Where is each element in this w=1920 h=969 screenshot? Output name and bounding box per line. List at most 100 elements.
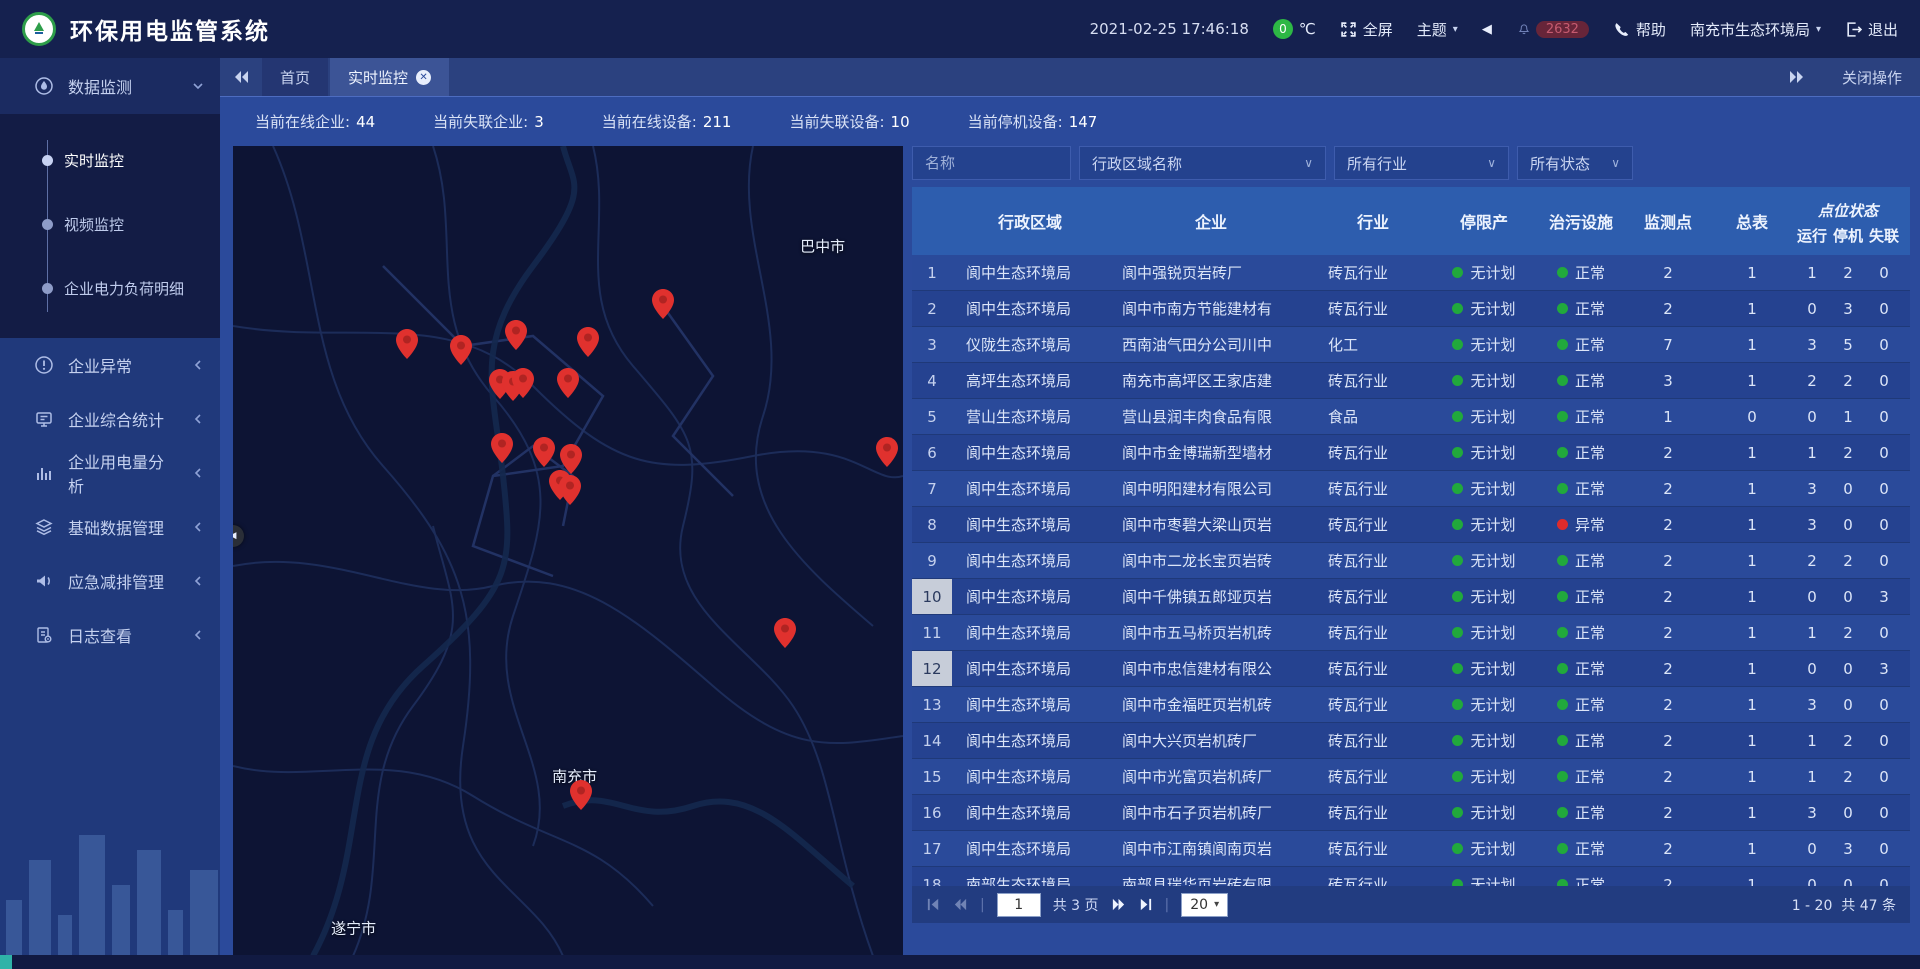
theme-dropdown[interactable]: 主题▾ (1417, 19, 1458, 40)
cell-meter: 1 (1710, 300, 1794, 318)
cell-run: 2 (1794, 372, 1830, 390)
status-dot-green (1452, 303, 1463, 314)
logout-button[interactable]: 退出 (1845, 19, 1898, 40)
status-value: 211 (703, 113, 732, 131)
table-row[interactable]: 14阆中生态环境局阆中大兴页岩机砖厂砖瓦行业无计划正常21120 (912, 723, 1910, 759)
last-page-button[interactable] (1138, 897, 1153, 912)
cell-industry: 食品 (1314, 406, 1432, 427)
region-select[interactable]: 行政区域名称∨ (1079, 146, 1326, 180)
table-row[interactable]: 18南部生态环境局南部县瑞华页岩砖有限砖瓦行业无计划正常21000 (912, 867, 1910, 886)
table-row[interactable]: 7阆中生态环境局阆中明阳建材有限公司砖瓦行业无计划正常21300 (912, 471, 1910, 507)
cell-stop: 3 (1830, 300, 1866, 318)
sidebar-item-2[interactable]: 企业综合统计 (0, 392, 220, 446)
table-row[interactable]: 6阆中生态环境局阆中市金博瑞新型墙材砖瓦行业无计划正常21120 (912, 435, 1910, 471)
sidebar-item-3[interactable]: 企业用电量分析 (0, 446, 220, 500)
table-row[interactable]: 8阆中生态环境局阆中市枣碧大梁山页岩砖瓦行业无计划异常21300 (912, 507, 1910, 543)
layers-icon (34, 517, 54, 537)
col-points: 监测点 (1626, 209, 1710, 233)
row-index: 15 (912, 759, 952, 794)
row-index: 1 (912, 255, 952, 290)
cell-region: 阆中生态环境局 (952, 766, 1108, 787)
filter-bar: 行政区域名称∨ 所有行业∨ 所有状态∨ (912, 146, 1910, 180)
map-panel[interactable]: 巴中市南充市遂宁市 ◀ (233, 146, 903, 956)
app-title: 环保用电监管系统 (70, 12, 270, 46)
tab-实时监控[interactable]: 实时监控✕ (330, 58, 449, 96)
facility-text: 正常 (1575, 766, 1605, 787)
cell-meter: 1 (1710, 696, 1794, 714)
col-limit: 停限产 (1432, 209, 1536, 233)
sidebar-item-1[interactable]: 企业异常 (0, 338, 220, 392)
status-select[interactable]: 所有状态∨ (1517, 146, 1633, 180)
status-dot-green (1452, 699, 1463, 710)
sidebar-item-5[interactable]: 应急减排管理 (0, 554, 220, 608)
cell-meter: 1 (1710, 516, 1794, 534)
notifications[interactable]: 2632 (1516, 21, 1589, 38)
status-dot-green (1557, 843, 1568, 854)
map-pin[interactable] (774, 618, 796, 648)
table-row[interactable]: 4高坪生态环境局南充市高坪区王家店建砖瓦行业无计划正常31220 (912, 363, 1910, 399)
cell-facility: 正常 (1536, 334, 1626, 355)
sidebar-item-4[interactable]: 基础数据管理 (0, 500, 220, 554)
cell-run: 1 (1794, 624, 1830, 642)
map-pin[interactable] (557, 368, 579, 398)
table-row[interactable]: 13阆中生态环境局阆中市金福旺页岩机砖砖瓦行业无计划正常21300 (912, 687, 1910, 723)
cell-lost: 0 (1866, 732, 1902, 750)
sound-icon[interactable]: ◀ (1482, 22, 1492, 37)
bullet-icon (42, 155, 53, 166)
table-row[interactable]: 5营山生态环境局营山县润丰肉食品有限食品无计划正常10010 (912, 399, 1910, 435)
name-search-input[interactable] (912, 146, 1071, 180)
help-button[interactable]: 帮助 (1613, 19, 1666, 40)
page-number-input[interactable] (997, 893, 1041, 917)
tab-首页[interactable]: 首页 (262, 58, 328, 96)
table-row[interactable]: 17阆中生态环境局阆中市江南镇阆南页岩砖瓦行业无计划正常21030 (912, 831, 1910, 867)
fullscreen-button[interactable]: 全屏 (1340, 19, 1393, 40)
next-page-button[interactable] (1111, 897, 1126, 912)
map-pin[interactable] (533, 437, 555, 467)
row-index: 4 (912, 363, 952, 398)
table-row[interactable]: 2阆中生态环境局阆中市南方节能建材有砖瓦行业无计划正常21030 (912, 291, 1910, 327)
sidebar-subitem-实时监控[interactable]: 实时监控 (0, 128, 220, 192)
table-row[interactable]: 3仪陇生态环境局西南油气田分公司川中化工无计划正常71350 (912, 327, 1910, 363)
cell-stop: 3 (1830, 840, 1866, 858)
first-page-button[interactable] (926, 897, 941, 912)
prev-page-button[interactable] (953, 897, 968, 912)
cell-lost: 0 (1866, 372, 1902, 390)
map-pin[interactable] (559, 475, 581, 505)
cell-meter: 1 (1710, 768, 1794, 786)
table-row[interactable]: 9阆中生态环境局阆中市二龙长宝页岩砖砖瓦行业无计划正常21220 (912, 543, 1910, 579)
sidebar-item-0[interactable]: 数据监测 (0, 58, 220, 114)
cell-company: 阆中市二龙长宝页岩砖 (1108, 550, 1314, 571)
table-row[interactable]: 15阆中生态环境局阆中市光富页岩机砖厂砖瓦行业无计划正常21120 (912, 759, 1910, 795)
map-pin[interactable] (876, 437, 898, 467)
cell-facility: 正常 (1536, 370, 1626, 391)
sidebar-subitem-视频监控[interactable]: 视频监控 (0, 192, 220, 256)
map-pin[interactable] (570, 780, 592, 810)
tab-close-icon[interactable]: ✕ (416, 70, 431, 85)
tabs-scroll-left-button[interactable] (234, 70, 250, 84)
org-dropdown[interactable]: 南充市生态环境局▾ (1690, 19, 1821, 40)
cell-limit: 无计划 (1432, 586, 1536, 607)
page-size-select[interactable]: 20▾ (1181, 893, 1228, 917)
table-row[interactable]: 10阆中生态环境局阆中千佛镇五郎垭页岩砖瓦行业无计划正常21003 (912, 579, 1910, 615)
map-pin[interactable] (577, 327, 599, 357)
table-row[interactable]: 11阆中生态环境局阆中市五马桥页岩机砖砖瓦行业无计划正常21120 (912, 615, 1910, 651)
limit-text: 无计划 (1470, 730, 1515, 751)
sidebar-item-6[interactable]: 日志查看 (0, 608, 220, 662)
status-dot-green (1452, 375, 1463, 386)
map-pin[interactable] (396, 329, 418, 359)
cell-facility: 正常 (1536, 298, 1626, 319)
map-pin[interactable] (491, 433, 513, 463)
status-dot-green (1452, 807, 1463, 818)
table-row[interactable]: 16阆中生态环境局阆中市石子页岩机砖厂砖瓦行业无计划正常21300 (912, 795, 1910, 831)
limit-text: 无计划 (1470, 874, 1515, 886)
tabs-scroll-right-button[interactable] (1788, 70, 1804, 84)
map-pin[interactable] (652, 289, 674, 319)
map-pin[interactable] (505, 320, 527, 350)
industry-select[interactable]: 所有行业∨ (1334, 146, 1509, 180)
table-row[interactable]: 12阆中生态环境局阆中市忠信建材有限公砖瓦行业无计划正常21003 (912, 651, 1910, 687)
close-operations-button[interactable]: 关闭操作 (1842, 67, 1902, 88)
map-pin[interactable] (512, 368, 534, 398)
map-pin[interactable] (450, 335, 472, 365)
sidebar-subitem-企业电力负荷明细[interactable]: 企业电力负荷明细 (0, 256, 220, 320)
table-row[interactable]: 1阆中生态环境局阆中强锐页岩砖厂砖瓦行业无计划正常21120 (912, 255, 1910, 291)
